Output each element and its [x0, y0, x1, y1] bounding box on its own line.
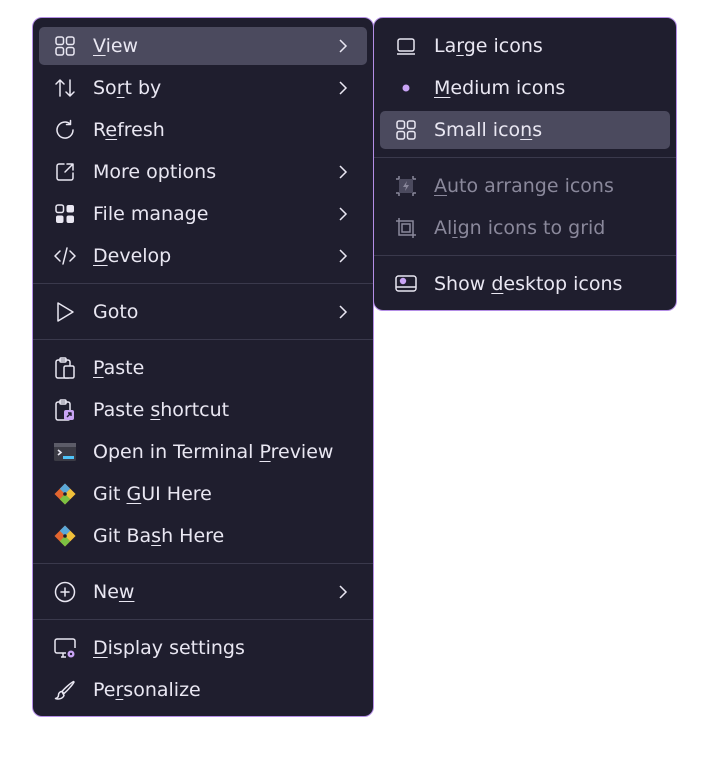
menu-item-label: File manage: [93, 203, 209, 225]
menu-item-label: More options: [93, 161, 217, 183]
menu-separator: [374, 255, 676, 256]
terminal-icon: [54, 443, 76, 461]
menu-item-label: Small icons: [434, 119, 543, 141]
refresh-icon: [56, 119, 74, 139]
plus-circle-icon: [54, 581, 76, 603]
menu-item-label: Show desktop icons: [434, 273, 623, 295]
menu-item-file-manage[interactable]: File manage: [39, 195, 367, 233]
submenu-item-show-desktop[interactable]: Show desktop icons: [380, 265, 670, 303]
menu-item-label: Auto arrange icons: [434, 175, 614, 197]
git-icon: [54, 483, 76, 505]
menu-item-paste[interactable]: Paste: [39, 349, 367, 387]
grid-icon: [396, 120, 416, 140]
chevron-right-icon: [339, 585, 348, 599]
menu-item-git-gui[interactable]: Git GUI Here: [39, 475, 367, 513]
submenu-item-large-icons[interactable]: Large icons: [380, 27, 670, 65]
paste-shortcut-icon: [55, 399, 74, 421]
git-icon: [54, 525, 76, 547]
chevron-right-icon: [339, 249, 348, 263]
chevron-right-icon: [339, 39, 348, 53]
chevron-right-icon: [339, 81, 348, 95]
menu-item-refresh[interactable]: Refresh: [39, 111, 367, 149]
menu-separator: [33, 563, 373, 564]
submenu-item-auto-arrange[interactable]: Auto arrange icons: [380, 167, 670, 205]
menu-item-display-settings[interactable]: Display settings: [39, 629, 367, 667]
bullet-icon: [402, 84, 410, 92]
menu-item-label: Open in Terminal Preview: [93, 441, 334, 463]
submenu-item-small-icons[interactable]: Small icons: [380, 111, 670, 149]
menu-separator: [33, 283, 373, 284]
menu-item-open-terminal[interactable]: Open in Terminal Preview: [39, 433, 367, 471]
apps-icon: [55, 204, 74, 223]
show-desktop-icon: [395, 275, 417, 292]
menu-item-goto[interactable]: Goto: [39, 293, 367, 331]
menu-item-label: Paste shortcut: [93, 399, 230, 421]
menu-item-label: Git GUI Here: [93, 483, 212, 505]
chevron-right-icon: [339, 305, 348, 319]
auto-arrange-icon: [396, 176, 416, 196]
sort-icon: [55, 79, 75, 97]
menu-item-label: Align icons to grid: [434, 217, 606, 239]
menu-item-label: Display settings: [93, 637, 245, 659]
menu-separator: [33, 339, 373, 340]
display-settings-icon: [54, 638, 76, 658]
menu-item-label: New: [93, 581, 135, 603]
menu-item-label: Develop: [93, 245, 172, 267]
menu-item-label: Git Bash Here: [93, 525, 225, 547]
menu-item-label: Medium icons: [434, 77, 566, 99]
menu-item-label: Refresh: [93, 119, 165, 141]
menu-item-label: Sort by: [93, 77, 162, 99]
menu-item-new[interactable]: New: [39, 573, 367, 611]
large-icon: [397, 38, 415, 55]
desktop-context-menu: View Sort by Refresh More options File m: [32, 17, 374, 717]
chevron-right-icon: [339, 207, 348, 221]
code-icon: [54, 247, 76, 265]
menu-item-label: Paste: [93, 357, 145, 379]
menu-item-more-options[interactable]: More options: [39, 153, 367, 191]
grid-icon: [55, 36, 75, 56]
menu-item-view[interactable]: View: [39, 27, 367, 65]
submenu-item-medium-icons[interactable]: Medium icons: [380, 69, 670, 107]
menu-item-label: Personalize: [93, 679, 201, 701]
menu-separator: [33, 619, 373, 620]
menu-item-personalize[interactable]: Personalize: [39, 671, 367, 709]
submenu-item-align-grid[interactable]: Align icons to grid: [380, 209, 670, 247]
chevron-right-icon: [339, 165, 348, 179]
menu-item-label: View: [93, 35, 139, 57]
menu-item-label: Goto: [93, 301, 139, 323]
menu-item-develop[interactable]: Develop: [39, 237, 367, 275]
menu-item-git-bash[interactable]: Git Bash Here: [39, 517, 367, 555]
menu-item-paste-shortcut[interactable]: Paste shortcut: [39, 391, 367, 429]
brush-icon: [54, 680, 75, 700]
align-grid-icon: [396, 218, 416, 238]
view-submenu: Large icons Medium icons Small icons Aut…: [373, 17, 677, 311]
paste-icon: [55, 357, 75, 379]
menu-item-sort-by[interactable]: Sort by: [39, 69, 367, 107]
cursor-icon: [57, 302, 74, 322]
menu-item-label: Large icons: [434, 35, 543, 57]
menu-separator: [374, 157, 676, 158]
external-link-icon: [56, 163, 74, 181]
